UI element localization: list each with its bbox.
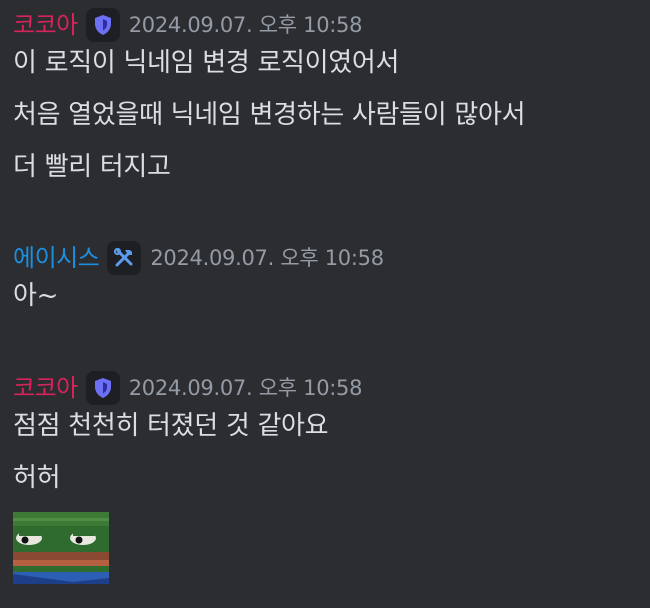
message-text: 이 로직이 닉네임 변경 로직이였어서 — [13, 48, 400, 78]
message-group-3: 코코아 2024.09.07. 오후 10:58 점점 천천히 터졌던 것 같아… — [13, 369, 650, 584]
message-text: 처음 열었을때 닉네임 변경하는 사람들이 많아서 — [13, 100, 526, 130]
message-group-1: 코코아 2024.09.07. 오후 10:58 이 로직이 닉네임 변경 로직… — [13, 6, 650, 193]
message-text: 허허 — [13, 463, 61, 493]
timestamp: 2024.09.07. 오후 10:58 — [150, 246, 384, 270]
message-text: 점점 천천히 터졌던 것 같아요 — [13, 411, 329, 441]
hammer-wrench-badge-icon[interactable] — [107, 241, 142, 275]
message-text: 아~ — [13, 281, 59, 311]
pepe-emoji-image[interactable] — [13, 512, 109, 584]
message-group-2: 에이시스 2024.09.07. 오후 10:58 아~ — [13, 239, 650, 322]
message-text: 더 빨리 터지고 — [13, 152, 171, 182]
